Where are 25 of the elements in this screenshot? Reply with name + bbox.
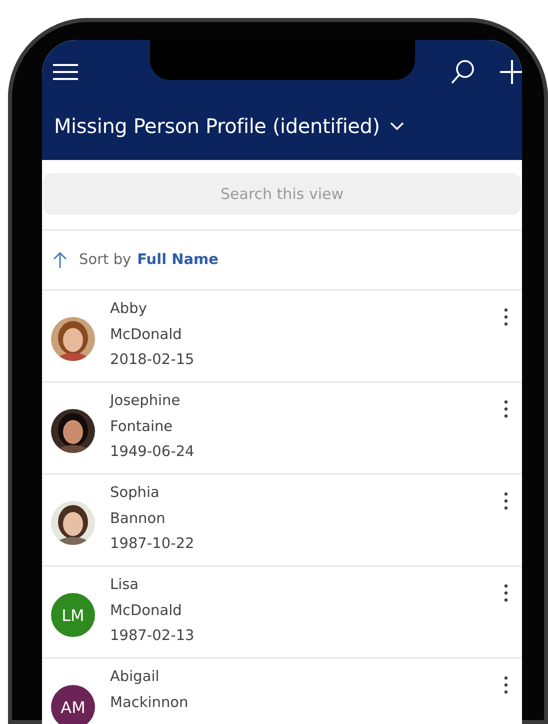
search-icon[interactable] [450, 59, 476, 85]
first-name: Abigail [110, 668, 160, 687]
first-name: Sophia [110, 484, 160, 503]
last-name: McDonald [110, 602, 182, 620]
sort-ascending-icon[interactable] [53, 251, 67, 269]
chevron-down-icon[interactable] [390, 122, 404, 130]
last-name: Bannon [110, 510, 166, 528]
sort-label: Sort by [79, 252, 132, 268]
birth-date: 1987-10-22 [110, 535, 194, 554]
search-field[interactable]: Search this view [43, 173, 521, 215]
initials-avatar: AM [51, 685, 95, 724]
first-name: Lisa [110, 576, 139, 595]
initials-avatar: LM [51, 593, 95, 637]
view-title: Missing Person Profile (identified) [54, 114, 380, 138]
birth-date: 1987-02-13 [110, 627, 194, 646]
birth-date: 2018-02-15 [110, 351, 194, 370]
last-name: Fontaine [110, 418, 173, 436]
menu-icon[interactable] [52, 63, 79, 81]
add-icon[interactable] [500, 60, 522, 84]
birth-date: 1949-06-24 [110, 443, 194, 462]
first-name: Abby [110, 300, 147, 319]
first-name: Josephine [110, 392, 180, 411]
last-name: McDonald [110, 326, 182, 344]
sort-field-link[interactable]: Full Name [137, 252, 218, 268]
last-name: Mackinnon [110, 694, 188, 712]
